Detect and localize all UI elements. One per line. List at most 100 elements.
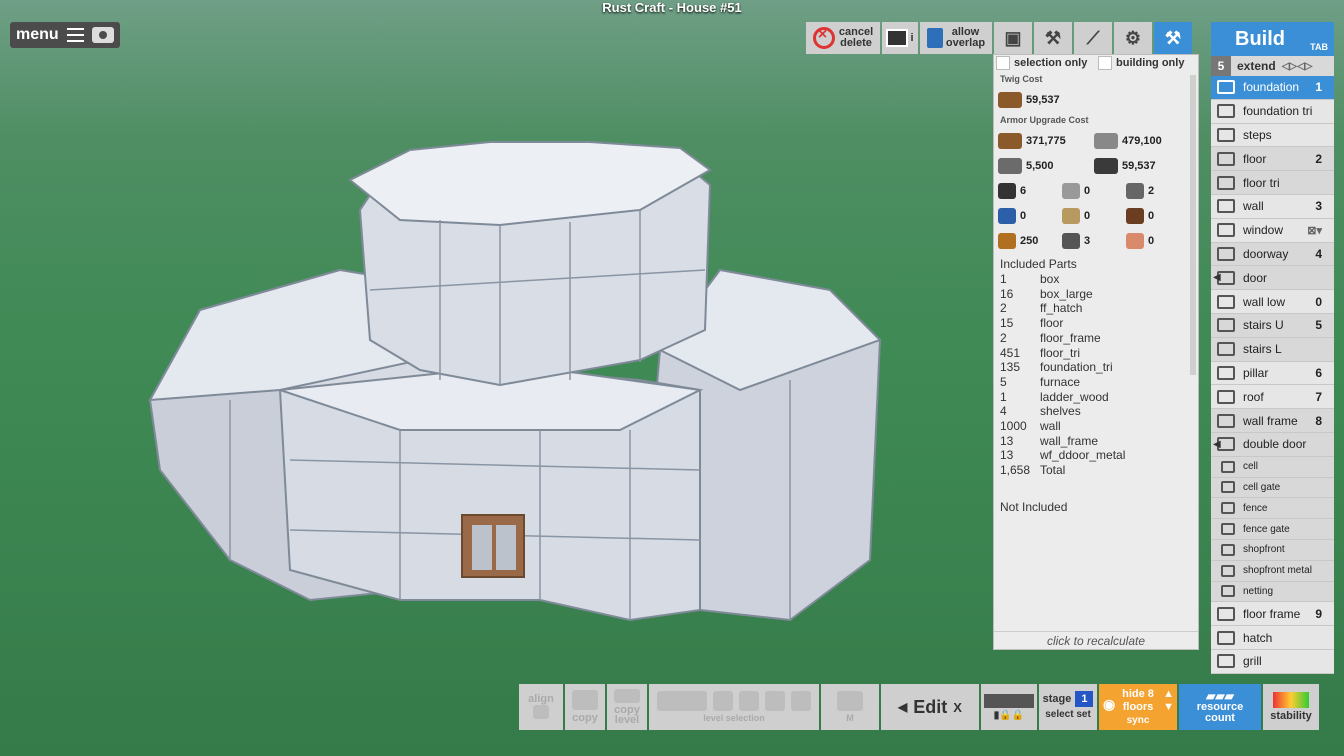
stage-select[interactable]: ▮🔒🔒: [981, 684, 1037, 730]
log-icon: [1126, 207, 1144, 224]
build-item-wall-low[interactable]: wall low 0: [1211, 290, 1334, 314]
item-label: window: [1243, 223, 1284, 238]
sync-label[interactable]: sync: [1127, 714, 1150, 727]
align-label: align: [528, 693, 554, 705]
build-item-floor-tri[interactable]: floor tri: [1211, 171, 1334, 195]
building-only-checkbox[interactable]: building only: [1096, 55, 1198, 71]
build-item-foundation[interactable]: foundation 1: [1211, 76, 1334, 100]
included-parts-title: Included Parts: [1000, 257, 1077, 271]
window-variant-icon[interactable]: ⊠▾: [1307, 224, 1322, 237]
knife-tool-button[interactable]: ⟋: [1074, 22, 1112, 54]
build-item-foundation-tri[interactable]: foundation tri: [1211, 99, 1334, 124]
measure-button[interactable]: M: [821, 684, 879, 730]
build-item-fence-gate[interactable]: fence gate: [1211, 519, 1334, 540]
copy-level-icon: [614, 689, 640, 703]
part-row: 16 box_large: [1000, 287, 1192, 302]
part-count: 4: [1000, 404, 1007, 419]
wall-icon: [1217, 199, 1235, 214]
stability-button[interactable]: stability: [1263, 684, 1319, 730]
build-item-stairs-u[interactable]: stairs U 5: [1211, 313, 1334, 338]
build-header[interactable]: Build TAB: [1211, 22, 1334, 56]
build-item-stairs-l[interactable]: stairs L: [1211, 337, 1334, 362]
hide-floors-button[interactable]: hide 8 floors sync ◉ ▲ ▼: [1099, 684, 1177, 730]
build-item-grill[interactable]: grill: [1211, 649, 1334, 674]
build-item-wall-frame[interactable]: wall frame 8: [1211, 409, 1334, 433]
align-icon: [533, 705, 549, 719]
resource-label-2: count: [1205, 711, 1235, 724]
build-hammer-icon: ⚒: [1164, 27, 1182, 48]
wrench-tool-button[interactable]: ⚙: [1114, 22, 1152, 54]
cancel-icon: [812, 26, 835, 49]
level-selection-label: level selection: [703, 713, 765, 723]
level-selection[interactable]: level selection: [649, 684, 819, 730]
part-count: 13: [1000, 448, 1014, 463]
build-item-window[interactable]: window ⊠▾: [1211, 218, 1334, 243]
cost-scrollbar[interactable]: [1190, 75, 1196, 375]
edit-button[interactable]: ◀ Edit X: [881, 684, 979, 730]
armor-cost-title: Armor Upgrade Cost: [1000, 115, 1089, 125]
build-item-floor-frame[interactable]: floor frame 9: [1211, 602, 1334, 627]
item-key: 2: [1315, 151, 1322, 166]
hamburger-icon[interactable]: [66, 28, 85, 42]
build-item-cell[interactable]: cell: [1211, 456, 1334, 478]
extend-row[interactable]: 5 extend ◁▷◁▷: [1211, 56, 1334, 76]
window-icon: [1217, 223, 1235, 238]
resource-count-button[interactable]: ▰▰▰ resource count: [1179, 684, 1261, 730]
crate-tool-button[interactable]: ▣: [994, 22, 1032, 54]
allow-overlap-button[interactable]: allow overlap: [920, 22, 992, 54]
item-count: 0: [1084, 209, 1091, 222]
edit-label: Edit: [913, 696, 948, 717]
build-item-steps[interactable]: steps: [1211, 123, 1334, 148]
build-item-netting[interactable]: netting: [1211, 581, 1334, 603]
stability-label: stability: [1270, 710, 1312, 722]
build-item-shopfront[interactable]: shopfront: [1211, 539, 1334, 561]
copy-level-button[interactable]: copy level: [607, 684, 647, 730]
build-item-fence[interactable]: fence: [1211, 498, 1334, 520]
extend-arrows-icon: ◁▷◁▷: [1281, 60, 1313, 72]
cancel-delete-button[interactable]: canceldelete: [806, 22, 880, 54]
build-item-wall[interactable]: wall 3: [1211, 194, 1334, 219]
build-item-shopfront-metal[interactable]: shopfront metal: [1211, 560, 1334, 582]
recalculate-button[interactable]: click to recalculate: [994, 631, 1198, 649]
hammer-tool-button[interactable]: ⚒: [1034, 22, 1072, 54]
item-label: steps: [1243, 127, 1272, 142]
wrench-icon: ⚙: [1124, 27, 1142, 48]
align-button[interactable]: align: [519, 684, 563, 730]
edit-close[interactable]: X: [953, 700, 962, 715]
stage-set-label[interactable]: set: [1076, 709, 1090, 720]
selection-only-checkbox[interactable]: selection only: [994, 55, 1096, 71]
allow-label-2: overlap: [945, 37, 986, 49]
menu-button[interactable]: menu: [10, 22, 120, 48]
netting-icon: [1221, 585, 1235, 598]
hide-label: hide: [1122, 687, 1145, 700]
camera-icon[interactable]: [92, 27, 114, 43]
cloth-icon: [1062, 207, 1080, 224]
cell-gate-icon: [1221, 481, 1235, 494]
foundation-tri-icon: [1217, 104, 1235, 119]
doorway-icon: [1217, 246, 1235, 261]
build-item-pillar[interactable]: pillar 6: [1211, 361, 1334, 386]
part-name: ladder_wood: [1040, 389, 1109, 404]
roof-icon: [1217, 389, 1235, 404]
floor-icon: [1217, 151, 1235, 166]
arrow-updown-icon[interactable]: ▲ ▼: [1163, 688, 1174, 714]
view-toggle-button[interactable]: i: [882, 22, 918, 54]
cube-icon: [739, 691, 759, 711]
part-name: foundation_tri: [1040, 360, 1113, 375]
build-tool-button[interactable]: ⚒: [1154, 22, 1192, 54]
stage-select-label[interactable]: select: [1045, 709, 1073, 720]
build-item-roof[interactable]: roof 7: [1211, 385, 1334, 410]
build-item-hatch[interactable]: hatch: [1211, 626, 1334, 650]
tarp-icon: [1062, 182, 1080, 199]
build-item-floor[interactable]: floor 2: [1211, 147, 1334, 172]
part-name: wall: [1040, 419, 1061, 434]
build-item-door[interactable]: ◀ door: [1211, 266, 1334, 291]
part-count: 2: [1000, 330, 1007, 345]
build-item-doorway[interactable]: doorway 4: [1211, 242, 1334, 267]
item-label: wall frame: [1243, 413, 1298, 428]
stage-control[interactable]: stage 1 select set: [1039, 684, 1097, 730]
build-item-cell-gate[interactable]: cell gate: [1211, 477, 1334, 499]
copy-button[interactable]: copy: [565, 684, 605, 730]
build-item-double-door[interactable]: ◀ double door: [1211, 432, 1334, 457]
copy-label: copy: [572, 712, 598, 724]
